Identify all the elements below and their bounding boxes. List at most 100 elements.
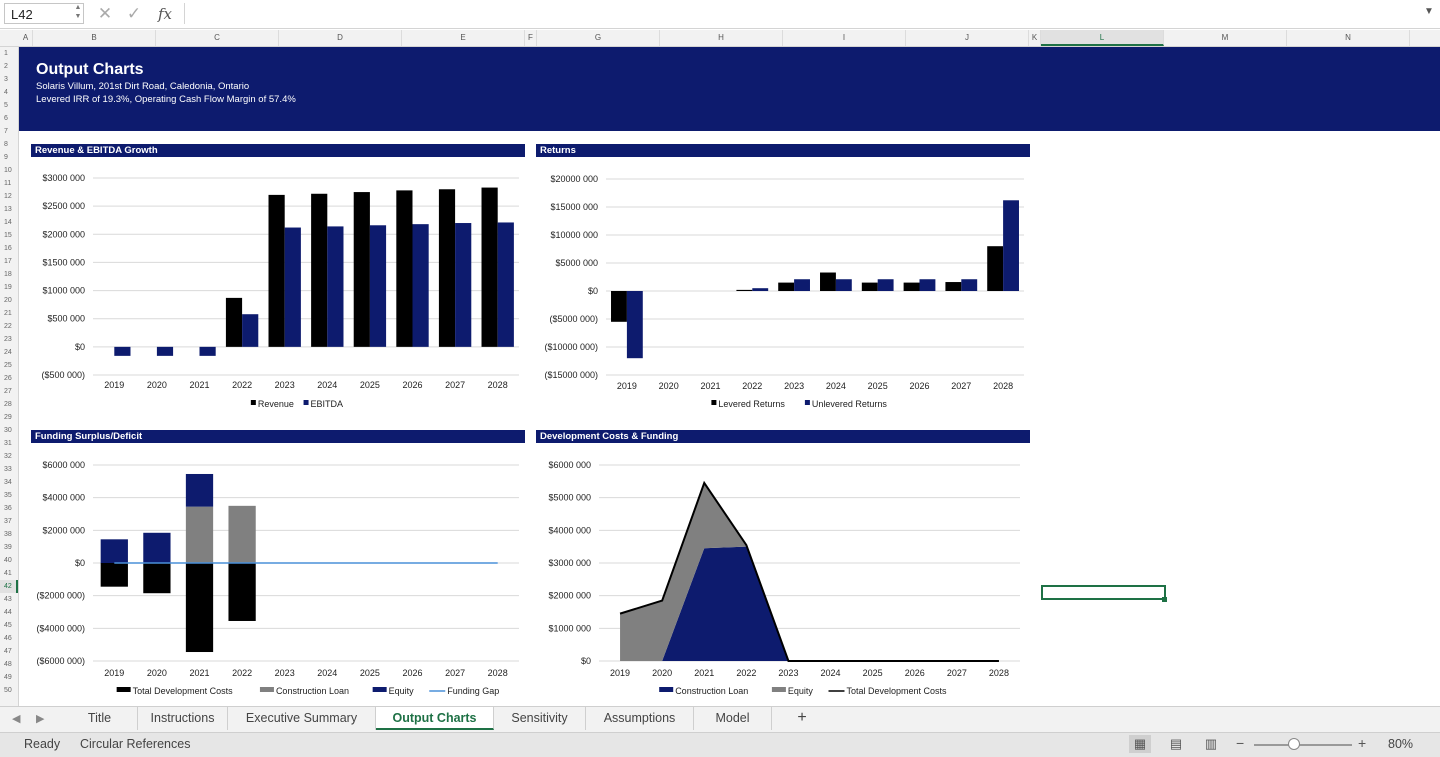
row-header-38[interactable]: 38	[0, 528, 18, 541]
row-header-34[interactable]: 34	[0, 476, 18, 489]
zoom-level[interactable]: 80%	[1388, 737, 1413, 751]
add-sheet-button[interactable]: +	[789, 707, 815, 730]
row-header-30[interactable]: 30	[0, 424, 18, 437]
page-layout-view-icon[interactable]: ▤	[1165, 735, 1187, 753]
row-header-21[interactable]: 21	[0, 307, 18, 320]
column-header-m[interactable]: M	[1164, 30, 1287, 46]
x-tick-label: 2023	[275, 668, 295, 678]
row-header-23[interactable]: 23	[0, 333, 18, 346]
zoom-out-icon[interactable]: −	[1236, 735, 1244, 751]
row-header-25[interactable]: 25	[0, 359, 18, 372]
selected-cell[interactable]	[1041, 585, 1166, 600]
row-header-45[interactable]: 45	[0, 619, 18, 632]
bar-ebitda	[199, 346, 216, 356]
row-header-4[interactable]: 4	[0, 86, 18, 99]
column-header-g[interactable]: G	[537, 30, 660, 46]
page-break-view-icon[interactable]: ▥	[1200, 735, 1222, 753]
row-header-33[interactable]: 33	[0, 463, 18, 476]
column-header-d[interactable]: D	[279, 30, 402, 46]
column-header-a[interactable]: A	[19, 30, 33, 46]
row-header-14[interactable]: 14	[0, 216, 18, 229]
row-header-1[interactable]: 1	[0, 47, 18, 60]
row-header-39[interactable]: 39	[0, 541, 18, 554]
prev-sheet-icon[interactable]: ◀	[12, 712, 20, 725]
row-header-28[interactable]: 28	[0, 398, 18, 411]
revenue-ebitda-chart[interactable]: ($500 000) $0 $500 000 $1000 000 $1500 000 $2…	[31, 160, 525, 420]
column-header-h[interactable]: H	[660, 30, 783, 46]
sheet-tab-title[interactable]: Title	[62, 707, 138, 730]
fill-handle[interactable]	[1162, 597, 1167, 602]
row-header-15[interactable]: 15	[0, 229, 18, 242]
status-circular-references[interactable]: Circular References	[80, 737, 190, 751]
row-header-29[interactable]: 29	[0, 411, 18, 424]
dev-costs-chart[interactable]: $0 $1000 000 $2000 000 $3000 000 $4000 000 $5…	[536, 446, 1030, 702]
row-header-50[interactable]: 50	[0, 684, 18, 697]
fx-icon[interactable]: fx	[154, 3, 176, 25]
sheet-tab-sensitivity[interactable]: Sensitivity	[494, 707, 586, 730]
funding-chart[interactable]: ($6000 000) ($4000 000) ($2000 000) $0 $2000…	[31, 446, 525, 702]
row-header-49[interactable]: 49	[0, 671, 18, 684]
row-header-5[interactable]: 5	[0, 99, 18, 112]
column-header-f[interactable]: F	[525, 30, 537, 46]
sheet-tab-output-charts[interactable]: Output Charts	[376, 707, 494, 730]
column-header-c[interactable]: C	[156, 30, 279, 46]
column-header-n[interactable]: N	[1287, 30, 1410, 46]
column-header-e[interactable]: E	[402, 30, 525, 46]
sheet-tab-executive-summary[interactable]: Executive Summary	[228, 707, 376, 730]
sheet-tab-assumptions[interactable]: Assumptions	[586, 707, 694, 730]
row-header-6[interactable]: 6	[0, 112, 18, 125]
y-tick-label: $0	[75, 558, 85, 568]
formula-input[interactable]	[184, 3, 1415, 24]
row-header-32[interactable]: 32	[0, 450, 18, 463]
row-header-7[interactable]: 7	[0, 125, 18, 138]
row-header-19[interactable]: 19	[0, 281, 18, 294]
row-header-22[interactable]: 22	[0, 320, 18, 333]
zoom-in-icon[interactable]: +	[1358, 735, 1366, 751]
row-header-17[interactable]: 17	[0, 255, 18, 268]
normal-view-icon[interactable]: ▦	[1129, 735, 1151, 753]
x-tick-label: 2025	[360, 380, 380, 390]
column-header-l[interactable]: L	[1041, 30, 1164, 46]
check-icon[interactable]: ✓	[123, 3, 145, 25]
next-sheet-icon[interactable]: ▶	[36, 712, 44, 725]
column-header-k[interactable]: K	[1029, 30, 1041, 46]
sheet-tab-model[interactable]: Model	[694, 707, 772, 730]
row-header-41[interactable]: 41	[0, 567, 18, 580]
row-header-9[interactable]: 9	[0, 151, 18, 164]
chevron-down-icon[interactable]: ▼	[1424, 6, 1434, 17]
name-box-spinner-icon[interactable]: ▲ ▼	[72, 3, 84, 24]
returns-chart[interactable]: ($15000 000) ($10000 000) ($5000 000) $0 $50…	[536, 160, 1030, 420]
row-header-43[interactable]: 43	[0, 593, 18, 606]
row-header-13[interactable]: 13	[0, 203, 18, 216]
zoom-slider[interactable]	[1254, 744, 1352, 746]
row-header-46[interactable]: 46	[0, 632, 18, 645]
row-header-20[interactable]: 20	[0, 294, 18, 307]
row-header-42[interactable]: 42	[0, 580, 18, 593]
row-header-8[interactable]: 8	[0, 138, 18, 151]
row-header-37[interactable]: 37	[0, 515, 18, 528]
column-header-b[interactable]: B	[33, 30, 156, 46]
column-header-j[interactable]: J	[906, 30, 1029, 46]
row-header-16[interactable]: 16	[0, 242, 18, 255]
row-header-18[interactable]: 18	[0, 268, 18, 281]
row-header-36[interactable]: 36	[0, 502, 18, 515]
row-header-10[interactable]: 10	[0, 164, 18, 177]
row-header-12[interactable]: 12	[0, 190, 18, 203]
row-header-2[interactable]: 2	[0, 60, 18, 73]
row-header-31[interactable]: 31	[0, 437, 18, 450]
row-header-11[interactable]: 11	[0, 177, 18, 190]
close-icon[interactable]: ✕	[94, 3, 116, 25]
zoom-slider-thumb[interactable]	[1288, 738, 1300, 750]
column-header-i[interactable]: I	[783, 30, 906, 46]
row-header-48[interactable]: 48	[0, 658, 18, 671]
row-header-24[interactable]: 24	[0, 346, 18, 359]
bar-ebitda	[156, 346, 174, 356]
row-header-3[interactable]: 3	[0, 73, 18, 86]
row-header-35[interactable]: 35	[0, 489, 18, 502]
row-header-47[interactable]: 47	[0, 645, 18, 658]
row-header-44[interactable]: 44	[0, 606, 18, 619]
row-header-26[interactable]: 26	[0, 372, 18, 385]
sheet-tab-instructions[interactable]: Instructions	[138, 707, 228, 730]
row-header-40[interactable]: 40	[0, 554, 18, 567]
row-header-27[interactable]: 27	[0, 385, 18, 398]
